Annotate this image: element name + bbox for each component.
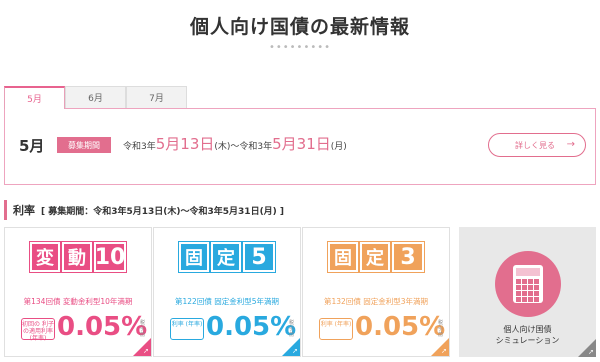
arrow-right-icon: ➚ [588,348,594,356]
rate-section-period: [ 募集期間：令和3年5月13日(木)～令和3年5月31日(月) ] [41,206,285,217]
rate-section-header: 利率 [ 募集期間：令和3年5月13日(木)～令和3年5月31日(月) ] [4,200,594,220]
title-divider: ••••••••• [268,42,332,53]
rate-label: 初回の 利子の適用利率 (年率) [21,318,55,342]
logo-char: 10 [93,241,127,273]
bond-caption: 第134回債 変動金利型10年満期 [23,297,133,306]
simulation-label: 個人向け国債 シミュレーション [459,324,596,346]
start-date: 5月13日 [155,135,215,153]
simulation-line-1: 個人向け国債 [503,325,552,334]
logo-char: 固 [178,241,210,273]
start-prefix: 令和3年 [123,142,156,152]
bond-caption: 第132回債 固定金利型3年満期 [324,297,428,306]
details-button-label: 詳しく見る [515,140,555,150]
end-day: (月) [330,142,347,152]
bond-card-fixed-3[interactable]: 固 定 3 第132回債 固定金利型3年満期 利率 (年率) 0.05% 税引前… [302,227,450,357]
logo-char: 5 [242,241,276,273]
logo-char: 動 [61,241,93,273]
bond-logo: 変 動 10 [5,241,151,273]
arrow-right-icon: ➚ [143,347,149,355]
month-tabs: 5月 6月 7月 [4,86,187,109]
page-title: 個人向け国債の最新情報 [189,16,410,38]
arrow-right-icon: ➚ [441,347,447,355]
offering-info-panel: 5月 募集期間 令和3年5月13日(木)～令和3年5月31日(月) 詳しく見る … [4,108,596,185]
logo-char: 変 [29,241,61,273]
rate-note: 税引前 [438,320,444,338]
logo-char: 3 [391,241,425,273]
end-date: 5月31日 [272,135,331,153]
arrow-right-icon: ➚ [292,347,298,355]
bond-logo: 固 定 3 [303,241,449,273]
month-label: 5月 [19,137,45,155]
rate-label: 利率 (年率) [170,318,204,340]
bond-logo: 固 定 5 [154,241,300,273]
details-button[interactable]: 詳しく見る → [488,133,586,157]
bond-caption: 第122回債 固定金利型5年満期 [175,297,279,306]
tab-july[interactable]: 7月 [126,86,187,108]
rate-note: 税引前 [289,320,295,338]
tab-june[interactable]: 6月 [65,86,126,108]
arrow-right-icon: → [566,139,575,150]
rate-label: 利率 (年率) [319,318,353,340]
rate-section-title: 利率 [13,204,35,217]
rate-note: 税引前 [140,320,146,338]
offering-period-text: 令和3年5月13日(木)～令和3年5月31日(月) [123,133,347,154]
simulation-card[interactable]: 個人向け国債 シミュレーション ➚ [459,227,596,357]
logo-char: 定 [359,241,391,273]
logo-char: 定 [210,241,242,273]
bond-card-floating-10[interactable]: 変 動 10 第134回債 変動金利型10年満期 初回の 利子の適用利率 (年率… [4,227,152,357]
offering-period-badge: 募集期間 [57,137,111,153]
tab-may[interactable]: 5月 [4,86,65,109]
simulation-line-2: シミュレーション [495,336,560,345]
start-day: (木)～令和3年 [214,142,273,152]
bond-card-fixed-5[interactable]: 固 定 5 第122回債 固定金利型5年満期 利率 (年率) 0.05% 税引前… [153,227,301,357]
logo-char: 固 [327,241,359,273]
calculator-icon [495,251,561,317]
